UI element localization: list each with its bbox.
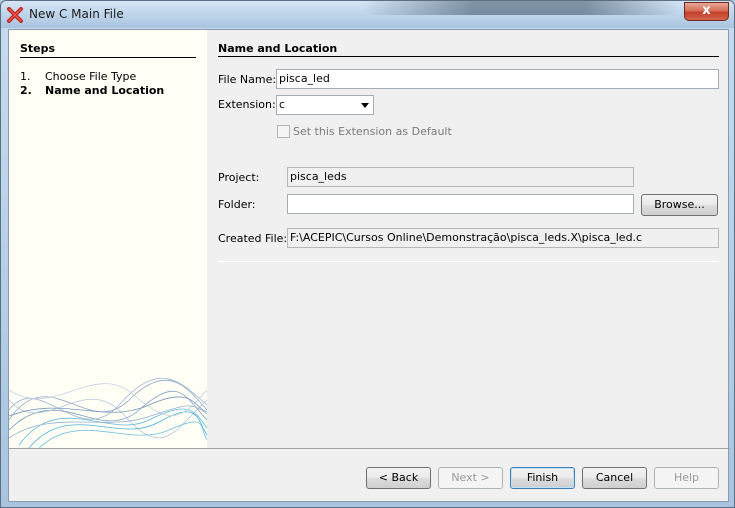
steps-panel: Steps 1. Choose File Type 2. Name and Lo… xyxy=(9,30,207,448)
steps-title: Steps xyxy=(20,42,56,55)
browse-button[interactable]: Browse... xyxy=(641,194,718,216)
project-field: pisca_leds xyxy=(287,167,634,187)
help-button[interactable]: Help xyxy=(654,467,719,489)
decorative-waves-image xyxy=(9,377,207,448)
title-decoration xyxy=(361,1,681,15)
dialog-body: Steps 1. Choose File Type 2. Name and Lo… xyxy=(8,29,730,502)
back-button[interactable]: < Back xyxy=(366,467,431,489)
created-file-label: Created File: xyxy=(218,232,288,245)
steps-divider xyxy=(20,57,196,58)
finish-button[interactable]: Finish xyxy=(510,467,575,489)
step-number: 2. xyxy=(20,84,32,97)
extension-value: c xyxy=(279,98,286,111)
dialog-window: New C Main File x Steps 1. Choose File T… xyxy=(0,0,735,508)
section-divider xyxy=(218,56,719,57)
file-name-label: File Name: xyxy=(218,73,277,86)
project-label: Project: xyxy=(218,171,260,184)
step-label: Name and Location xyxy=(45,84,165,97)
extension-select[interactable]: c xyxy=(276,95,374,115)
folder-input[interactable] xyxy=(287,194,634,214)
window-title: New C Main File xyxy=(29,7,124,21)
next-button[interactable]: Next > xyxy=(438,467,503,489)
footer-divider xyxy=(9,448,730,449)
close-icon: x xyxy=(702,3,711,18)
created-file-field: F:\ACEPIC\Cursos Online\Demonstração\pis… xyxy=(287,228,719,248)
content-separator xyxy=(218,261,719,262)
content-panel: Name and Location File Name: pisca_led E… xyxy=(207,30,730,448)
default-extension-label: Set this Extension as Default xyxy=(293,125,452,138)
cancel-button[interactable]: Cancel xyxy=(582,467,647,489)
chevron-down-icon xyxy=(361,103,369,108)
close-button[interactable]: x xyxy=(684,2,729,21)
step-number: 1. xyxy=(20,70,31,83)
title-bar[interactable]: New C Main File x xyxy=(1,1,734,28)
file-name-input[interactable]: pisca_led xyxy=(276,69,719,89)
default-extension-checkbox[interactable] xyxy=(277,125,290,138)
folder-label: Folder: xyxy=(218,198,256,211)
app-icon xyxy=(7,7,23,23)
section-title: Name and Location xyxy=(218,42,338,55)
step-label: Choose File Type xyxy=(45,70,137,83)
extension-label: Extension: xyxy=(218,98,276,111)
